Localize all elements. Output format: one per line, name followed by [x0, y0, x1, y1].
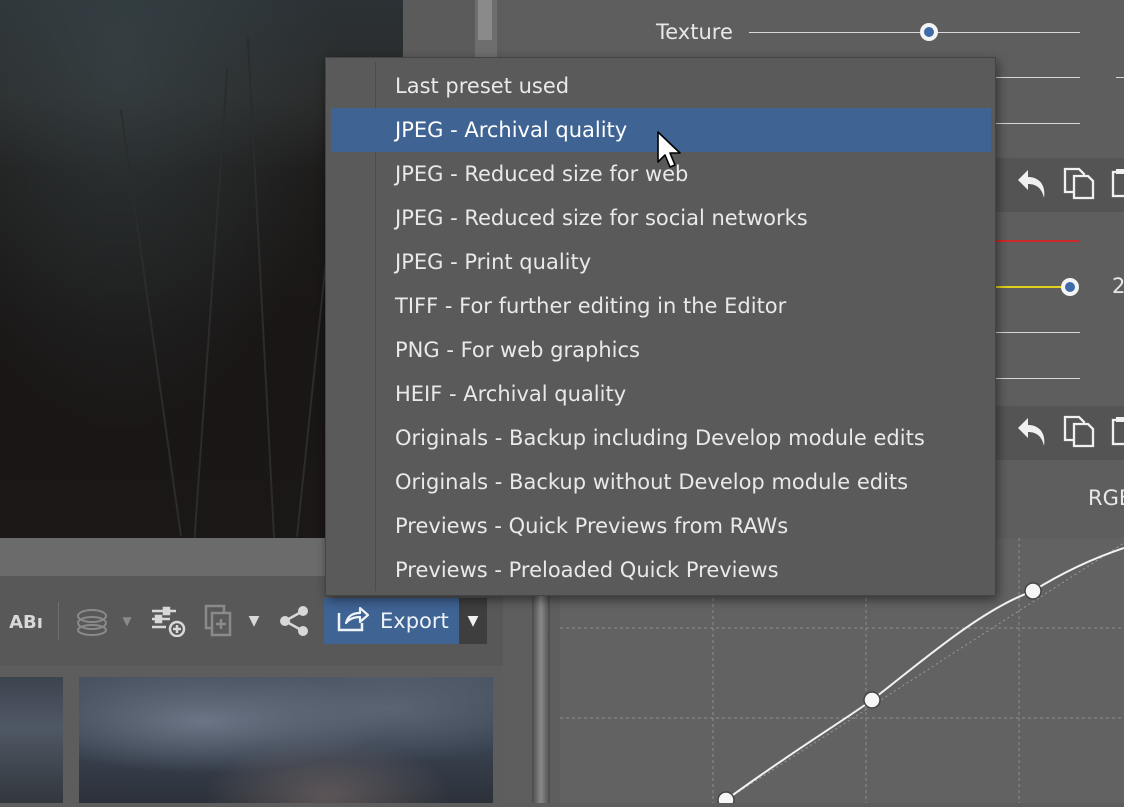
- menu-item-last-preset-used[interactable]: Last preset used: [331, 64, 991, 108]
- export-icon: [336, 605, 370, 638]
- menu-item-originals-without-edits[interactable]: Originals - Backup without Develop modul…: [331, 460, 991, 504]
- undo-icon[interactable]: [1016, 166, 1048, 204]
- paste-icon[interactable]: [1110, 166, 1124, 204]
- slider-track[interactable]: [996, 332, 1080, 333]
- copy-icon[interactable]: [1062, 166, 1096, 204]
- value-dash: [1116, 77, 1124, 78]
- chevron-down-icon[interactable]: ▼: [118, 610, 136, 632]
- thumbnail[interactable]: [0, 677, 63, 803]
- curve-channel-label[interactable]: RGE: [1088, 486, 1124, 510]
- slider-track[interactable]: [996, 77, 1080, 78]
- export-button[interactable]: Export: [324, 598, 459, 644]
- toolbar-divider: [58, 602, 59, 640]
- copy-settings-icon[interactable]: [198, 602, 238, 640]
- thumbnail[interactable]: [79, 677, 493, 803]
- texture-label: Texture: [656, 20, 733, 44]
- menu-item-previews-raws[interactable]: Previews - Quick Previews from RAWs: [331, 504, 991, 548]
- yellow-slider-track[interactable]: [996, 286, 1062, 288]
- export-label: Export: [380, 609, 449, 633]
- batch-rename-icon-text: ABı: [9, 611, 43, 633]
- curve-point: [863, 691, 881, 709]
- batch-rename-icon[interactable]: ABı: [8, 606, 44, 638]
- menu-item-originals-with-edits[interactable]: Originals - Backup including Develop mod…: [331, 416, 991, 460]
- menu-item-tiff-editor[interactable]: TIFF - For further editing in the Editor: [331, 284, 991, 328]
- red-slider-track[interactable]: [996, 240, 1080, 242]
- slider-track[interactable]: [996, 123, 1080, 124]
- copy-icon[interactable]: [1062, 414, 1096, 452]
- mouse-cursor-icon: [656, 130, 682, 174]
- preview-scrollbar-thumb[interactable]: [478, 0, 492, 40]
- export-dropdown-button[interactable]: ▼: [459, 598, 487, 644]
- menu-item-previews-preloaded[interactable]: Previews - Preloaded Quick Previews: [331, 548, 991, 592]
- yellow-slider-handle[interactable]: [1061, 278, 1079, 296]
- menu-item-heif-archival[interactable]: HEIF - Archival quality: [331, 372, 991, 416]
- undo-icon[interactable]: [1016, 414, 1048, 452]
- slider-value: 2: [1112, 274, 1124, 298]
- menu-item-png-web[interactable]: PNG - For web graphics: [331, 328, 991, 372]
- curve-point: [717, 791, 735, 807]
- slider-track[interactable]: [996, 378, 1080, 379]
- share-icon[interactable]: [276, 602, 312, 640]
- chevron-down-icon: ▼: [467, 613, 479, 629]
- menu-item-jpeg-print[interactable]: JPEG - Print quality: [331, 240, 991, 284]
- add-adjustments-icon[interactable]: [148, 602, 188, 640]
- paste-icon[interactable]: [1110, 414, 1124, 452]
- texture-slider-track[interactable]: [749, 32, 1080, 33]
- texture-slider-handle[interactable]: [920, 23, 938, 41]
- menu-item-jpeg-social[interactable]: JPEG - Reduced size for social networks: [331, 196, 991, 240]
- chevron-down-icon[interactable]: ▼: [244, 610, 264, 632]
- curve-point: [1024, 582, 1042, 600]
- stack-photos-icon[interactable]: [72, 604, 112, 638]
